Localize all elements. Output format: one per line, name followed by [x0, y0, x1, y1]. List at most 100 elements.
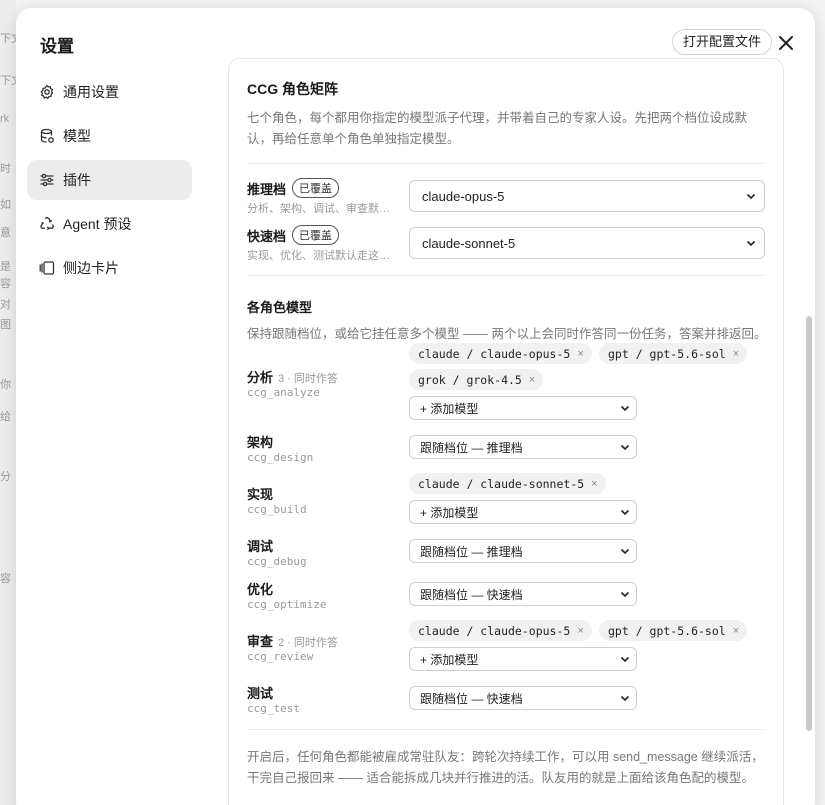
recycle-icon — [39, 216, 55, 232]
tier-name: 推理档 — [247, 181, 287, 197]
select-value: 跟随档位 — 快速档 — [420, 691, 523, 706]
divider — [247, 163, 765, 164]
overridden-badge: 已覆盖 — [292, 178, 340, 198]
sidebar-item-models[interactable]: 模型 — [27, 116, 192, 156]
section-description: 七个角色，每个都用你指定的模型派子代理，并带着自己的专家人设。先把两个档位设成默… — [247, 111, 748, 146]
select-value: + 添加模型 — [420, 652, 479, 667]
role-name-text: 分析 — [247, 370, 274, 385]
chip-remove-icon[interactable]: × — [529, 374, 535, 386]
model-chip: grok / grok-4.5 × — [409, 369, 544, 390]
role-name-design: 架构 — [247, 432, 273, 451]
sidebar-item-label: 模型 — [63, 128, 91, 144]
role-name-text: 测试 — [247, 686, 274, 701]
role-name-optimize: 优化 — [247, 579, 273, 598]
select-value: claude-sonnet-5 — [422, 235, 516, 251]
chevron-down-icon — [620, 546, 630, 556]
chevron-down-icon — [620, 654, 630, 664]
sidebar-item-label: 侧边卡片 — [63, 260, 119, 276]
role-model-select[interactable]: 跟随档位 — 快速档 — [409, 582, 637, 606]
chevron-down-icon — [746, 238, 756, 248]
database-icon — [39, 128, 55, 144]
close-icon[interactable] — [775, 32, 797, 54]
role-name-text: 优化 — [247, 582, 274, 597]
scrollbar-thumb[interactable] — [806, 316, 812, 731]
chip-remove-icon[interactable]: × — [733, 625, 739, 637]
chip-remove-icon[interactable]: × — [577, 625, 583, 637]
sidebar-item-agent-presets[interactable]: Agent 预设 — [27, 204, 192, 244]
background-text: 图 — [0, 319, 11, 331]
select-value: + 添加模型 — [420, 401, 479, 416]
overridden-badge: 已覆盖 — [292, 225, 340, 245]
role-model-select[interactable]: 跟随档位 — 推理档 — [409, 539, 637, 563]
background-text: 如 — [0, 199, 11, 211]
model-chip: claude / claude-opus-5 × — [409, 343, 592, 364]
model-chip: gpt / gpt-5.6-sol × — [599, 343, 748, 364]
teammate-footnote: 开启后，任何角色都能被雇成常驻队友：跨轮次持续工作，可以用 send_messa… — [247, 750, 764, 785]
chip-remove-icon[interactable]: × — [577, 348, 583, 360]
role-parallel-count: 2 · 同时作答 — [278, 637, 338, 649]
divider — [247, 275, 765, 276]
role-id: ccg_review — [247, 650, 314, 663]
role-name-analyze: 分析 3 · 同时作答 — [247, 367, 338, 386]
tier-description: 实现、优化、测试默认走这一档 — [247, 250, 395, 262]
ccg-settings-panel: CCG 角色矩阵 七个角色，每个都用你指定的模型派子代理，并带着自己的专家人设。… — [228, 58, 784, 805]
background-text: 容 — [0, 573, 11, 585]
chip-label: claude / claude-sonnet-5 — [418, 476, 585, 491]
sidebar-item-plugins[interactable]: 插件 — [27, 160, 192, 200]
model-chip: gpt / gpt-5.6-sol × — [599, 620, 748, 641]
chip-remove-icon[interactable]: × — [591, 478, 597, 490]
chip-label: gpt / gpt-5.6-sol — [608, 346, 726, 361]
reasoning-tier-select[interactable]: claude-opus-5 — [409, 180, 765, 212]
background-text: rk — [0, 113, 10, 125]
role-name-debug: 调试 — [247, 536, 273, 555]
role-name-test: 测试 — [247, 683, 273, 702]
chevron-down-icon — [620, 507, 630, 517]
role-id: ccg_test — [247, 702, 300, 715]
tier-label-reasoning: 推理档 已覆盖 — [247, 178, 340, 198]
role-id: ccg_analyze — [247, 386, 320, 399]
add-model-select[interactable]: + 添加模型 — [409, 647, 637, 671]
role-id: ccg_build — [247, 503, 307, 516]
settings-dialog: 设置 打开配置文件 通用设置 模型 插件 Agent 预设 侧边卡片 CCG 角… — [16, 8, 815, 805]
role-name-build: 实现 — [247, 484, 273, 503]
sidebar-item-general[interactable]: 通用设置 — [27, 72, 192, 112]
tier-label-fast: 快速档 已覆盖 — [247, 225, 340, 245]
background-text: 对 — [0, 299, 11, 311]
gear-icon — [39, 84, 55, 100]
background-text: 你 — [0, 379, 11, 391]
select-value: 跟随档位 — 推理档 — [420, 440, 523, 455]
background-text: 容 — [0, 278, 11, 290]
role-name-text: 审查 — [247, 634, 274, 649]
select-value: 跟随档位 — 推理档 — [420, 544, 523, 559]
role-name-text: 实现 — [247, 487, 274, 502]
roles-section-title: 各角色模型 — [247, 300, 313, 315]
sidebar-item-label: 通用设置 — [63, 84, 119, 100]
chevron-down-icon — [620, 403, 630, 413]
role-model-select[interactable]: 跟随档位 — 推理档 — [409, 435, 637, 459]
roles-section-description: 保持跟随档位，或给它挂任意多个模型 —— 两个以上会同时作答同一份任务，答案并排… — [247, 327, 767, 341]
sidebar-item-label: 插件 — [63, 172, 91, 188]
background-text: 给 — [0, 411, 11, 423]
chip-label: claude / claude-opus-5 — [418, 623, 571, 638]
role-model-select[interactable]: 跟随档位 — 快速档 — [409, 686, 637, 710]
role-name-review: 审查 2 · 同时作答 — [247, 631, 338, 650]
sidebar-item-label: Agent 预设 — [63, 216, 132, 232]
background-text: 是 — [0, 261, 11, 273]
divider — [247, 729, 765, 730]
add-model-select[interactable]: + 添加模型 — [409, 500, 637, 524]
chip-label: gpt / gpt-5.6-sol — [608, 623, 726, 638]
model-chip: claude / claude-opus-5 × — [409, 620, 592, 641]
section-title: CCG 角色矩阵 — [247, 81, 338, 97]
background-text: 分 — [0, 471, 11, 483]
role-id: ccg_design — [247, 451, 314, 464]
fast-tier-select[interactable]: claude-sonnet-5 — [409, 227, 765, 259]
role-parallel-count: 3 · 同时作答 — [278, 373, 338, 385]
select-value: 跟随档位 — 快速档 — [420, 587, 523, 602]
tier-description: 分析、架构、调试、审查默认走这一档 — [247, 203, 395, 215]
sidebar-item-side-cards[interactable]: 侧边卡片 — [27, 248, 192, 288]
role-id: ccg_optimize — [247, 598, 327, 611]
dialog-title: 设置 — [40, 37, 74, 56]
chip-remove-icon[interactable]: × — [733, 348, 739, 360]
add-model-select[interactable]: + 添加模型 — [409, 396, 637, 420]
open-config-file-button[interactable]: 打开配置文件 — [672, 29, 773, 55]
